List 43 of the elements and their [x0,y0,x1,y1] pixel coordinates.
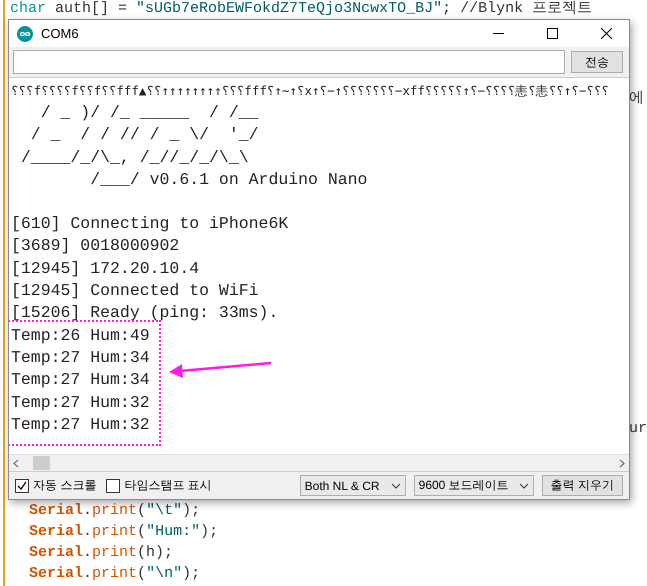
code-line: Serial.print("Hum:"); [29,522,218,542]
checkbox-label: 타임스탬프 표시 [124,477,212,494]
baud-rate-dropdown[interactable]: 9600 보드레이트 [414,475,534,496]
output-line: [12945] Connected to WiFi [11,280,259,302]
input-field[interactable] [13,50,565,74]
banner-line: / _ )/ /_ _____ / /__ [40,102,259,124]
output-line: Temp:27 Hum:34 [11,346,150,369]
scroll-right-icon[interactable] [619,458,625,468]
output-line: Temp:27 Hum:32 [11,392,150,414]
close-icon [600,28,612,39]
maximize-icon [546,28,558,39]
output-line: Temp:26 Hum:49 [11,324,150,347]
checkbox[interactable] [15,478,29,492]
output-line: Temp:27 Hum:34 [11,369,150,392]
output-line: Temp:27 Hum:32 [11,414,150,436]
output-line: [15206] Ready (ping: 33ms). [11,302,278,324]
checkbox-label: 자동 스크롤 [33,477,96,494]
scrollbar-thumb[interactable] [33,456,50,470]
clear-output-button[interactable]: 출력 지우기 [542,475,623,496]
line-ending-dropdown[interactable]: Both NL & CR [300,475,406,496]
scroll-left-icon[interactable] [13,458,19,468]
output-line: [3689] 0018000902 [11,235,180,258]
code-line: Serial.print("\t"); [29,501,202,521]
window-title: COM6 [41,26,80,41]
banner-line: /___/ v0.6.1 on Arduino Nano [89,168,368,191]
banner-line: /____/_/\_, /_//_/_/\_\ [20,146,249,169]
output-line: ⸮⸮⸮f⸮⸮⸮⸮f⸮⸮f⸮⸮fff▲⸮⸮↑↑↑↑↑↑↑↑⸮⸮⸮fff⸮↑~↑⸮x↑⸮−↑⸮⸮⸮⸮⸮⸮⸮−xff⸮⸮⸮⸮⸮↑⸮−⸮⸮⸮⸮恚⸮恚⸮⸮↑⸮−⸮⸮⸮ [11,82,609,100]
minimize-icon [492,32,504,34]
banner-line: / _ / / // / _ \/ '_/ [30,124,259,146]
horizontal-scrollbar[interactable] [9,454,629,471]
code-line: Serial.print(h); [29,543,174,563]
chevron-down-icon [390,482,401,488]
output-line: [12945] 172.20.10.4 [11,258,200,280]
code-fragment: ur [629,420,647,437]
chevron-down-icon [518,482,529,488]
output-line: [610] Connecting to iPhone6K [11,213,288,236]
infinity-logo-icon [17,26,33,42]
code-line: Serial.print("\n"); [29,564,202,584]
arrow-icon [168,361,272,379]
code-fragment: 에 [629,89,644,107]
code-line: char auth[] = "sUGb7eRobEWFokdZ7TeQjo3NcwxTO_BJ"; //Blynk 프로젝트 [10,0,592,17]
checkbox[interactable] [106,478,120,492]
send-button[interactable]: 전송 [571,51,623,73]
